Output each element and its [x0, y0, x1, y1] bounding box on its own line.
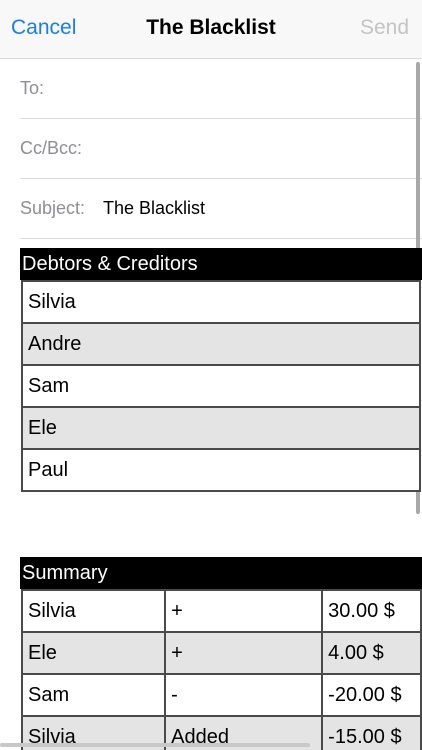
subject-field[interactable]: Subject: The Blacklist — [20, 179, 422, 239]
summary-table: Silvia + 30.00 $ Ele + 4.00 $ Sam - -20.… — [20, 589, 422, 750]
debtor-name: Sam — [21, 364, 421, 408]
summary-amount: -15.00 $ — [321, 715, 422, 750]
table-row: Silvia + 30.00 $ — [20, 589, 422, 633]
table-row: Ele + 4.00 $ — [20, 631, 422, 675]
to-input[interactable] — [100, 69, 410, 109]
subject-label: Subject: — [20, 198, 86, 218]
to-label: To: — [20, 78, 45, 98]
debtors-table: Silvia Andre Sam Ele Paul — [21, 280, 421, 492]
table-row: Andre — [21, 322, 421, 366]
send-button[interactable]: Send — [360, 16, 409, 40]
cancel-button[interactable]: Cancel — [11, 16, 76, 40]
debtor-name: Silvia — [21, 280, 421, 324]
summary-amount: -20.00 $ — [321, 673, 422, 717]
table-row: Sam - -20.00 $ — [20, 673, 422, 717]
table-row: Sam — [21, 364, 421, 408]
debtor-name: Paul — [21, 448, 421, 492]
summary-table-header: Summary — [20, 557, 422, 589]
cc-bcc-label: Cc/Bcc: — [20, 138, 83, 158]
summary-amount: 30.00 $ — [321, 589, 422, 633]
summary-sign: + — [164, 631, 324, 675]
scroll-indicator — [0, 743, 310, 747]
summary-amount: 4.00 $ — [321, 631, 422, 675]
summary-sign: + — [164, 589, 324, 633]
summary-name: Sam — [20, 673, 167, 717]
summary-name: Ele — [20, 631, 167, 675]
to-field[interactable]: To: — [20, 59, 422, 119]
navigation-bar: Cancel The Blacklist Send — [0, 0, 422, 59]
debtor-name: Ele — [21, 406, 421, 450]
cc-bcc-field[interactable]: Cc/Bcc: — [20, 119, 422, 179]
table-row: Paul — [21, 448, 421, 492]
debtor-name: Andre — [21, 322, 421, 366]
summary-name: Silvia — [20, 589, 167, 633]
debtors-table-header: Debtors & Creditors — [20, 248, 422, 280]
table-row: Silvia — [21, 280, 421, 324]
subject-value[interactable]: The Blacklist — [103, 198, 205, 219]
cc-bcc-input[interactable] — [100, 129, 410, 169]
summary-sign: - — [164, 673, 324, 717]
table-row: Ele — [21, 406, 421, 450]
